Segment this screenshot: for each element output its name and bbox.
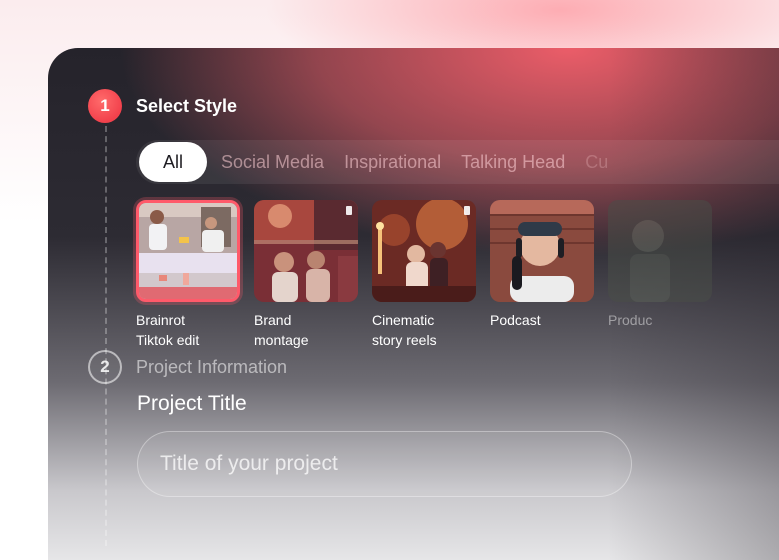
step-rail (105, 126, 107, 546)
bookmark-icon (464, 206, 470, 215)
style-card-cinematic[interactable]: Cinematic story reels (372, 200, 476, 350)
step-project-information: 2 Project Information (88, 350, 287, 384)
style-card-brainrot[interactable]: Brainrot Tiktok edit (136, 200, 240, 350)
brand-montage-thumbnail (254, 200, 358, 302)
brainrot-image (139, 203, 237, 299)
style-card-label: Produc (608, 312, 653, 328)
product-thumbnail (608, 200, 712, 302)
filter-tab-talking-head[interactable]: Talking Head (451, 142, 575, 182)
style-card-label: Cinematic story reels (372, 312, 437, 348)
style-card-product[interactable]: Produc (608, 200, 712, 350)
step-number-badge: 2 (88, 350, 122, 384)
style-card-label: Brainrot Tiktok edit (136, 312, 200, 348)
step-number-badge: 1 (88, 89, 122, 123)
podcast-image (490, 200, 594, 302)
filter-tab-social-media[interactable]: Social Media (211, 142, 334, 182)
page: 1 Select Style All Social Media Inspirat… (0, 0, 779, 560)
brand-montage-image (254, 200, 358, 302)
filter-tab-inspirational[interactable]: Inspirational (334, 142, 451, 182)
step-select-style: 1 Select Style (88, 89, 237, 123)
project-title-input[interactable] (137, 431, 632, 497)
brainrot-thumbnail (136, 200, 240, 302)
style-card-podcast[interactable]: Podcast (490, 200, 594, 350)
style-card-brand-montage[interactable]: Brand montage (254, 200, 358, 350)
podcast-thumbnail (490, 200, 594, 302)
filter-tab-cut-off[interactable]: Cu (575, 142, 618, 182)
style-card-label: Brand montage (254, 312, 309, 348)
filter-tab-all[interactable]: All (139, 142, 208, 182)
style-card-list: Brainrot Tiktok edit Brand montage Cinem… (136, 200, 712, 350)
cinematic-thumbnail (372, 200, 476, 302)
step-title: Select Style (136, 95, 238, 116)
style-card-label: Podcast (490, 312, 541, 328)
bookmark-icon (346, 206, 352, 215)
project-title-label: Project Title (137, 392, 247, 415)
cinematic-image (372, 200, 476, 302)
product-image (608, 200, 712, 302)
step-title: Project Information (136, 356, 288, 377)
style-filter-tabs: All Social Media Inspirational Talking H… (136, 140, 779, 184)
create-project-panel: 1 Select Style All Social Media Inspirat… (48, 48, 779, 560)
